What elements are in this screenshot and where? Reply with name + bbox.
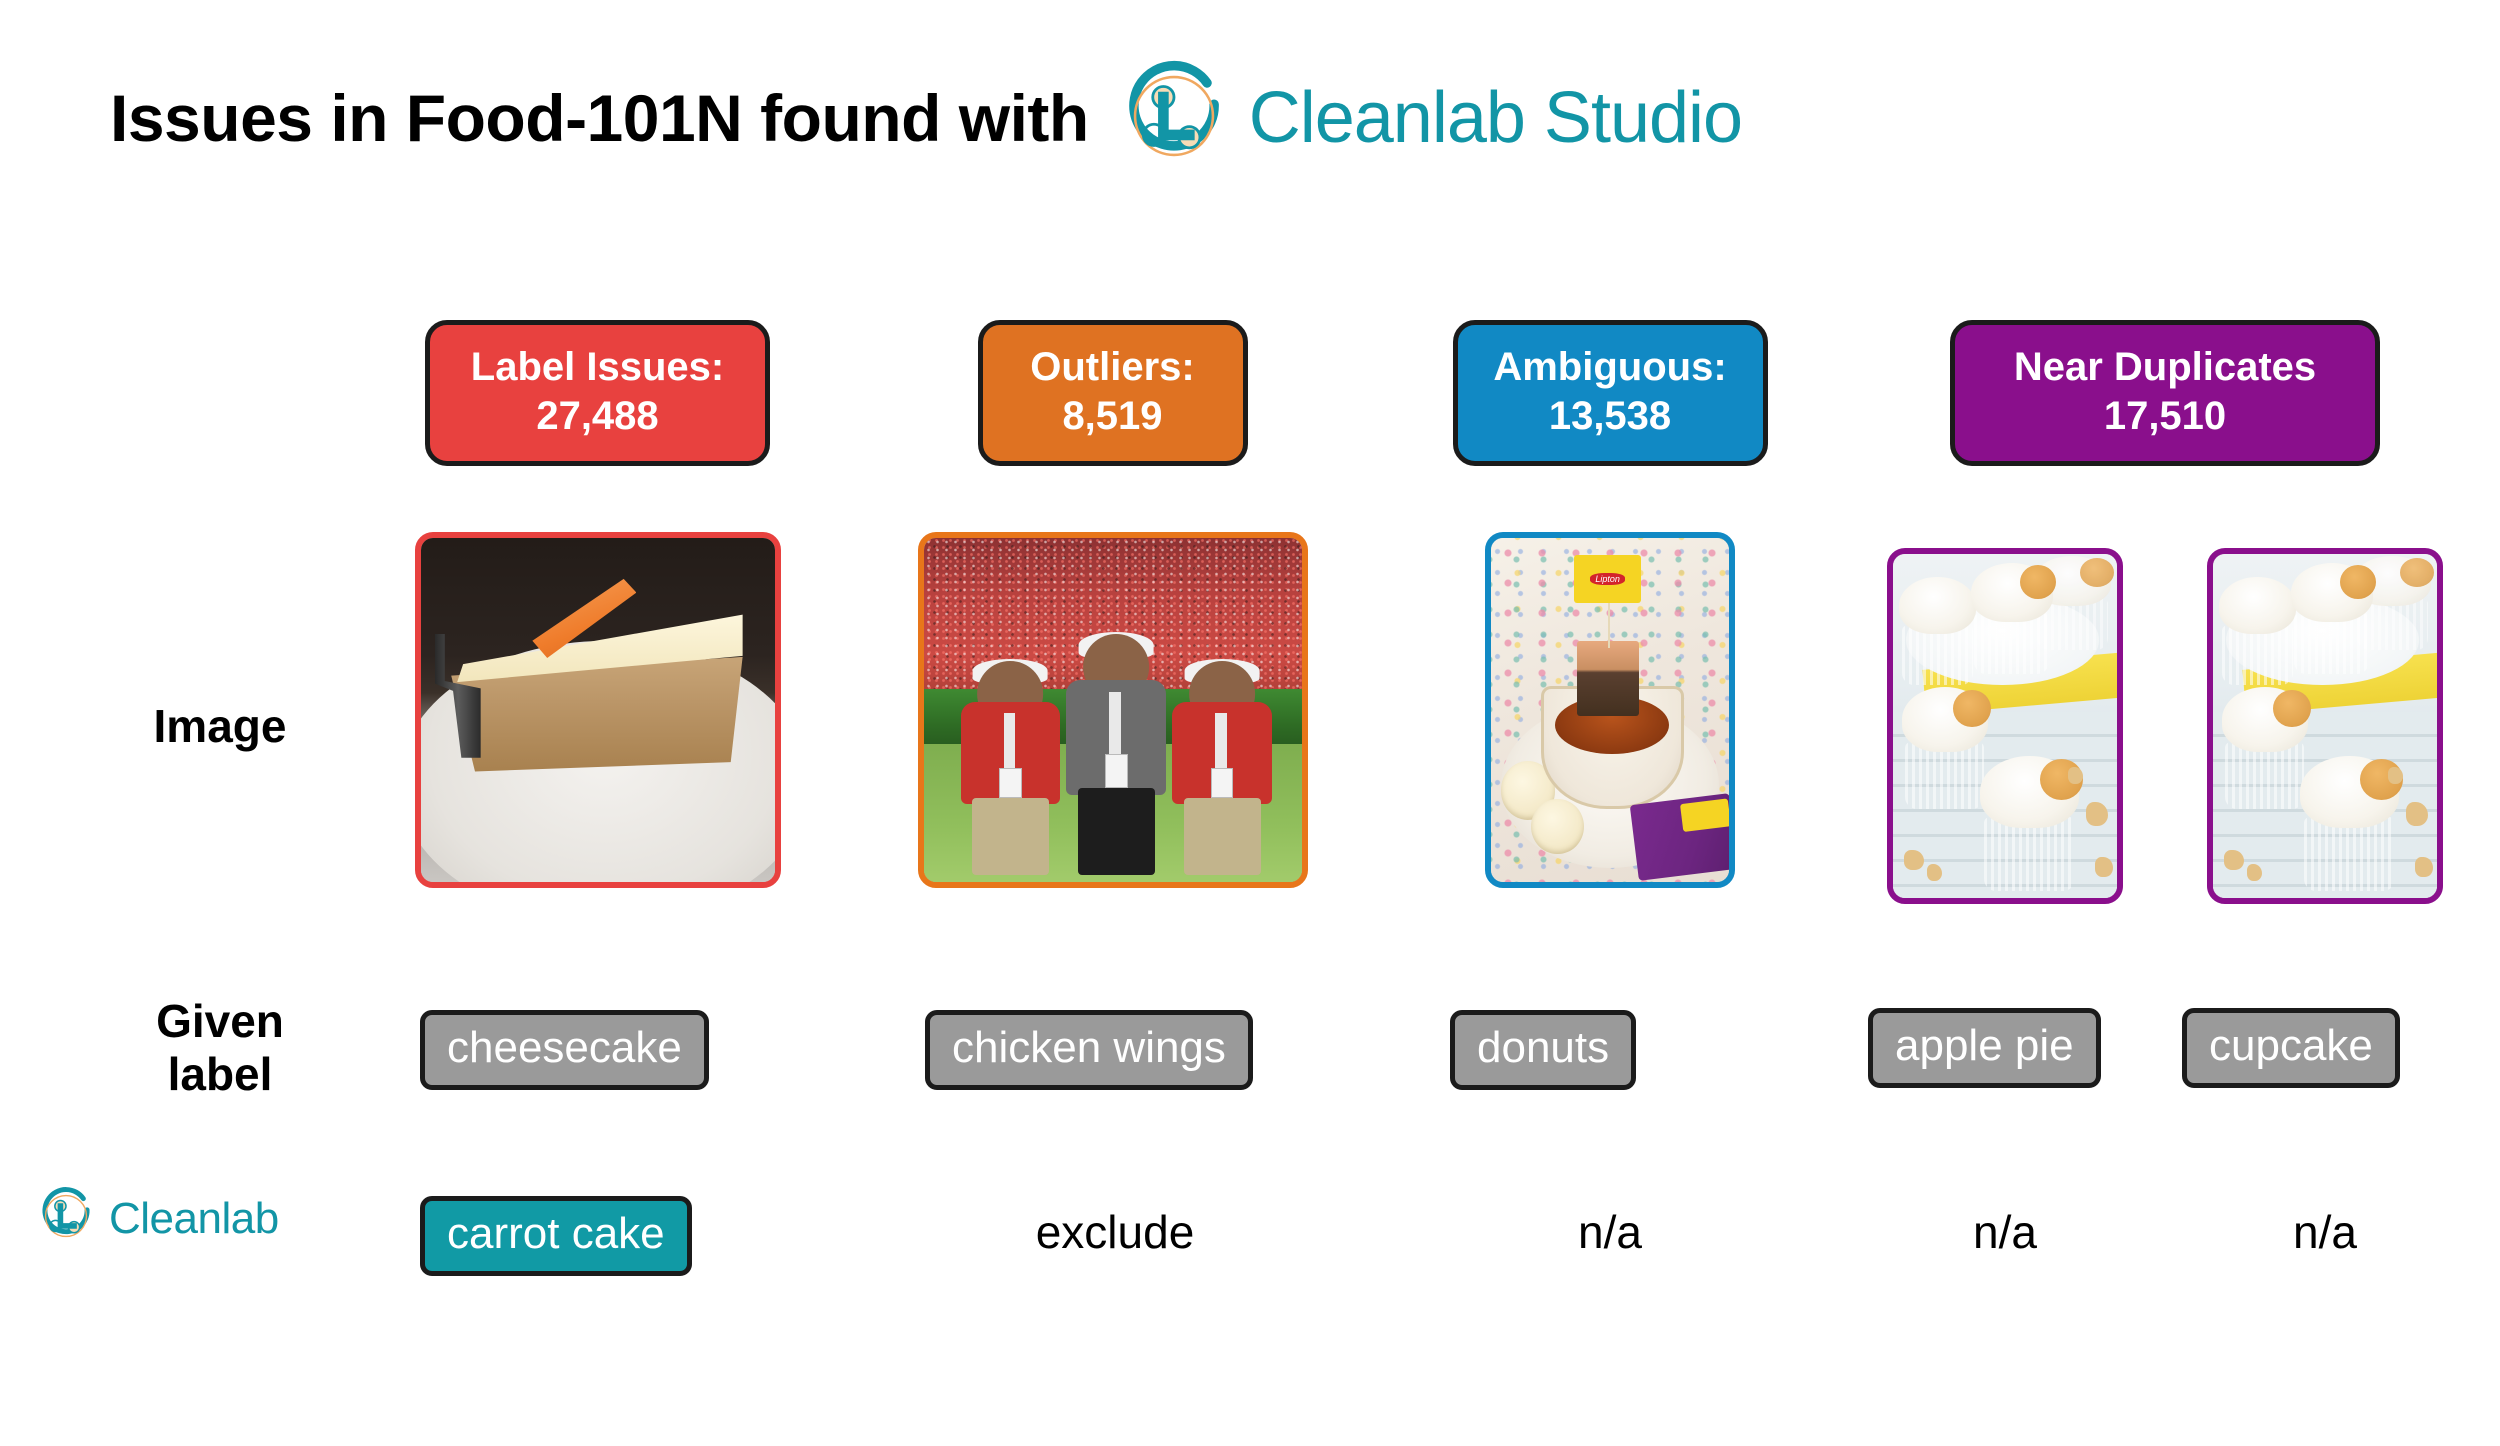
near-duplicate-item-a bbox=[1880, 320, 2130, 904]
row-label-given-line2: label bbox=[167, 1047, 273, 1100]
tea-packet bbox=[1629, 793, 1729, 881]
given-label-chip[interactable]: apple pie bbox=[1868, 1008, 2101, 1088]
badge-outliers[interactable]: Outliers: 8,519 bbox=[977, 320, 1248, 466]
page-header: Issues in Food-101N found with Cleanlab … bbox=[110, 57, 1743, 180]
lipton-tag-icon: Lipton bbox=[1574, 554, 1641, 603]
slide-root: Issues in Food-101N found with Cleanlab … bbox=[0, 0, 2500, 1446]
cleanlab-suggestion-ambiguous: n/a bbox=[1578, 1206, 1642, 1258]
cleanlab-logo-icon-small bbox=[35, 1185, 97, 1252]
row-label-image: Image bbox=[153, 700, 287, 752]
person-right bbox=[1165, 659, 1278, 875]
given-label-chip[interactable]: cupcake bbox=[2182, 1008, 2400, 1088]
given-label-cell-label-issues: cheesecake bbox=[420, 1010, 709, 1090]
badge-ambiguous[interactable]: Ambiguous: 13,538 bbox=[1452, 320, 1768, 466]
given-label-chip[interactable]: donuts bbox=[1450, 1010, 1637, 1090]
column-outliers: Outliers: 8,519 bbox=[917, 320, 1308, 888]
near-duplicate-item-b bbox=[2200, 320, 2450, 904]
brand-wordmark: Cleanlab Studio bbox=[1248, 78, 1743, 158]
tea-cup-photo[interactable]: Lipton bbox=[1485, 531, 1735, 888]
column-label-issues: Label Issues: 27,488 bbox=[414, 320, 781, 888]
carrot-cake-photo[interactable] bbox=[414, 531, 781, 888]
cleanlab-suggestion-duplicate-a: n/a bbox=[1973, 1206, 2037, 1258]
given-label-chip[interactable]: cheesecake bbox=[420, 1010, 709, 1090]
row-label-given-label: Given label bbox=[60, 995, 380, 1101]
donut-2 bbox=[1531, 799, 1584, 855]
cupcakes-photo-a[interactable] bbox=[1887, 548, 2123, 904]
cleanlab-suggestion-duplicate-b: n/a bbox=[2293, 1206, 2357, 1258]
badge-label-issues[interactable]: Label Issues: 27,488 bbox=[425, 320, 770, 466]
column-ambiguous: Ambiguous: 13,538 Lipton bbox=[1450, 320, 1770, 888]
person-left bbox=[954, 659, 1067, 875]
cleanlab-suggestion-cell-label-issues: carrot cake bbox=[420, 1196, 692, 1276]
row-label-cleanlab: Cleanlab bbox=[35, 1185, 395, 1252]
given-label-cell-ambiguous: donuts bbox=[1450, 1010, 1637, 1090]
cleanlab-logo-icon bbox=[1115, 57, 1233, 180]
given-label-cell-duplicate-b: cupcake bbox=[2182, 1008, 2400, 1088]
given-label-cell-duplicate-a: apple pie bbox=[1868, 1008, 2101, 1088]
given-label-chip[interactable]: chicken wings bbox=[925, 1010, 1253, 1090]
stadium-crowd-photo[interactable] bbox=[917, 531, 1308, 888]
cleanlab-suggestion-chip[interactable]: carrot cake bbox=[420, 1196, 692, 1276]
cupcakes-photo-b[interactable] bbox=[2207, 548, 2443, 904]
given-label-cell-outliers: chicken wings bbox=[925, 1010, 1253, 1090]
tea-bag bbox=[1576, 640, 1639, 717]
row-label-given-line1: Given bbox=[156, 995, 284, 1047]
page-title: Issues in Food-101N found with bbox=[110, 81, 1089, 155]
cleanlab-row-wordmark: Cleanlab bbox=[109, 1193, 279, 1243]
person-center bbox=[1060, 631, 1173, 875]
cleanlab-suggestion-outliers: exclude bbox=[1035, 1206, 1195, 1258]
cleanlab-studio-lockup: Cleanlab Studio bbox=[1115, 57, 1743, 180]
